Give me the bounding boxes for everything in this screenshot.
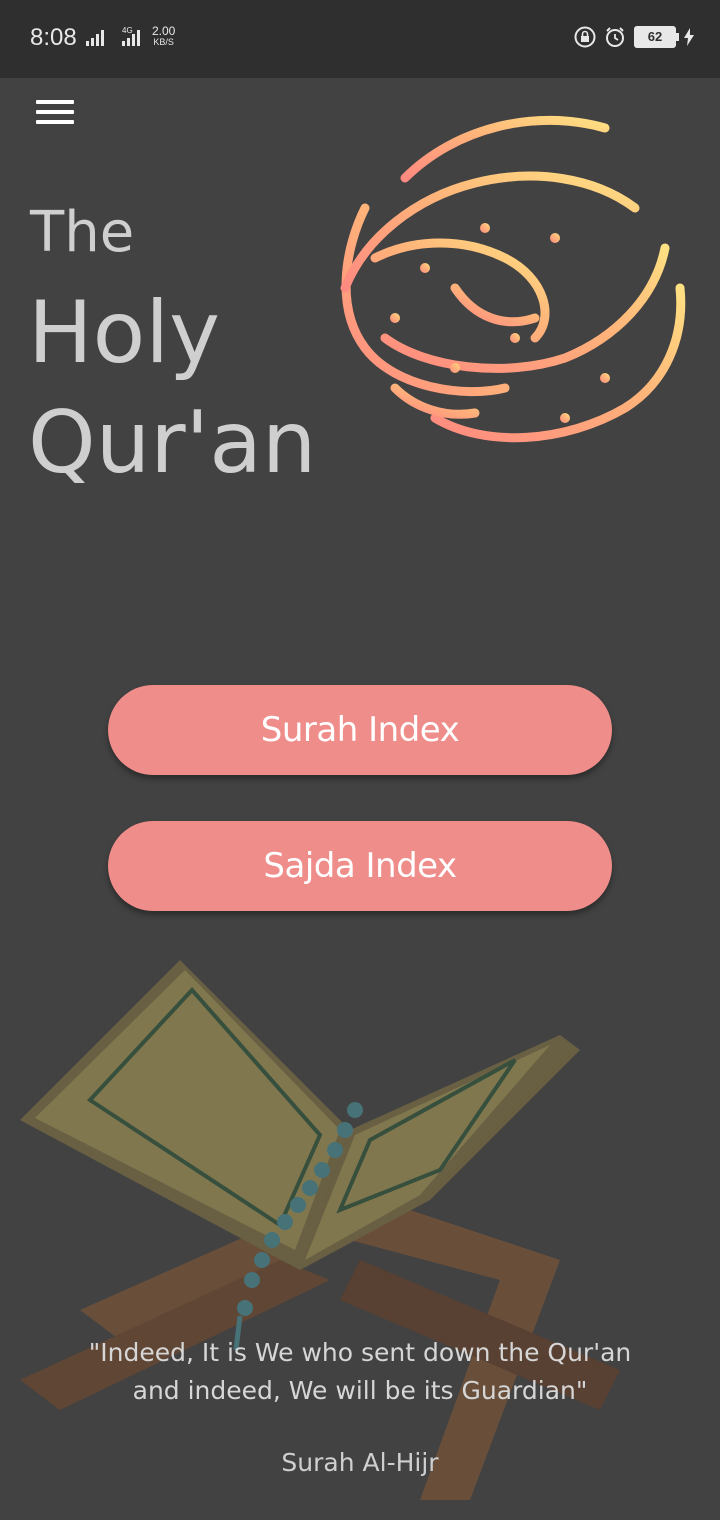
signal-icon bbox=[86, 30, 104, 46]
data-speed-value: 2.00 bbox=[152, 24, 176, 38]
app-screen: 8:08 4G 2.00 KB/S 62 The Holy Qur'an Sur… bbox=[0, 0, 720, 1520]
battery-icon: 62 bbox=[634, 26, 679, 48]
status-icons: 62 bbox=[574, 26, 694, 48]
lock-icon bbox=[574, 26, 596, 48]
sajda-index-label: Sajda Index bbox=[263, 846, 457, 886]
surah-index-button[interactable]: Surah Index bbox=[108, 685, 612, 775]
title-quran: Qur'an bbox=[28, 393, 317, 493]
surah-index-label: Surah Index bbox=[260, 710, 460, 750]
quran-book-illustration bbox=[20, 960, 620, 1500]
hamburger-menu-icon[interactable] bbox=[36, 96, 74, 128]
status-bar: 8:08 4G 2.00 KB/S 62 bbox=[0, 0, 720, 78]
signal-4g-icon bbox=[122, 30, 140, 46]
alarm-icon bbox=[606, 27, 624, 47]
data-speed-unit: KB/S bbox=[153, 37, 174, 47]
quran-calligraphy-logo bbox=[340, 115, 686, 443]
quote-line-2: and indeed, We will be its Guardian" bbox=[132, 1376, 588, 1405]
status-time: 8:08 bbox=[30, 24, 77, 51]
charging-icon bbox=[684, 28, 694, 46]
quote-text: "Indeed, It is We who sent down the Qur'… bbox=[40, 1334, 680, 1410]
data-speed: 2.00 KB/S bbox=[152, 24, 176, 48]
quote-line-1: "Indeed, It is We who sent down the Qur'… bbox=[88, 1338, 632, 1367]
title-the: The bbox=[30, 200, 135, 265]
sajda-index-button[interactable]: Sajda Index bbox=[108, 821, 612, 911]
battery-level: 62 bbox=[647, 29, 663, 44]
quote-source: Surah Al-Hijr bbox=[281, 1448, 439, 1477]
title-holy: Holy bbox=[28, 283, 221, 383]
